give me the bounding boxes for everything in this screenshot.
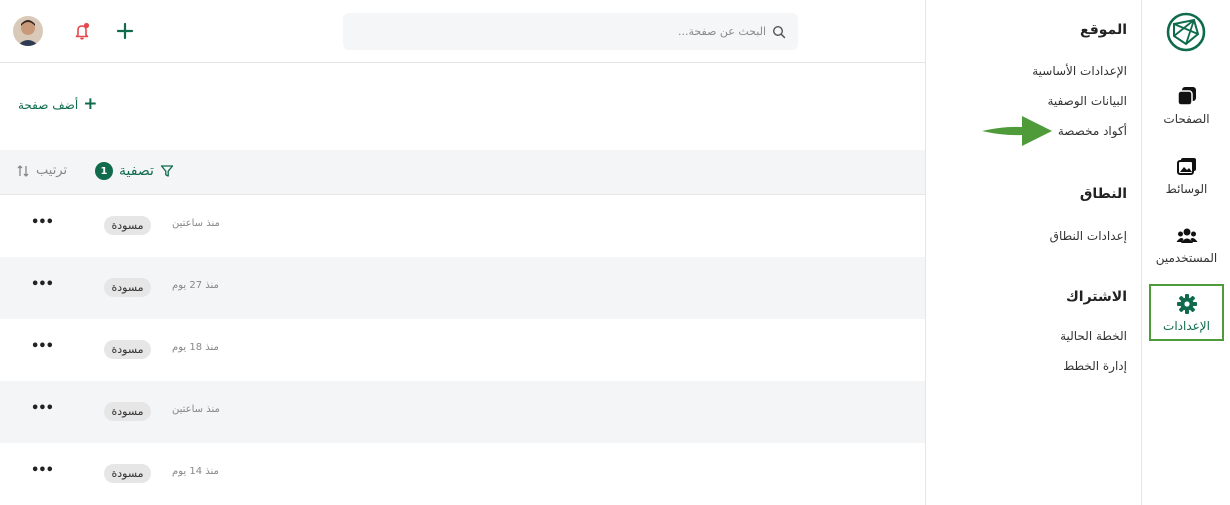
search-input[interactable]: [386, 25, 766, 38]
sidebar-item-label: المستخدمين: [1155, 251, 1218, 265]
sidebar-item-settings[interactable]: الإعدادات: [1149, 284, 1224, 341]
filter-count-badge: 1: [95, 162, 113, 180]
media-icon: [1176, 158, 1196, 175]
updated-time: منذ ساعتين: [172, 218, 220, 229]
pointer-arrow-icon: [982, 116, 1052, 146]
filter-icon: [160, 165, 174, 177]
more-options-button[interactable]: •••: [31, 277, 54, 292]
add-page-button[interactable]: + أضف صفحة: [18, 96, 97, 113]
more-options-button[interactable]: •••: [31, 401, 54, 416]
list-item[interactable]: ••• مسودة منذ 14 يوم: [0, 443, 925, 505]
user-avatar[interactable]: [13, 16, 43, 46]
updated-time: منذ 18 يوم: [172, 342, 219, 353]
list-item[interactable]: ••• مسودة منذ ساعتين: [0, 195, 925, 257]
status-badge: مسودة: [104, 278, 151, 297]
submenu-link-custom-code[interactable]: أكواد مخصصة: [1058, 124, 1127, 138]
filter-label: تصفية: [119, 163, 154, 179]
sort-button[interactable]: ترتيب: [16, 163, 67, 178]
status-badge: مسودة: [104, 402, 151, 421]
brand-logo-icon[interactable]: [1164, 10, 1208, 54]
sidebar-item-pages[interactable]: الصفحات: [1142, 86, 1230, 126]
add-icon[interactable]: [116, 22, 134, 40]
more-options-button[interactable]: •••: [31, 339, 54, 354]
list-item[interactable]: ••• مسودة منذ 27 يوم: [0, 257, 925, 319]
icon-rail: الصفحات الوسائط المستخدمين الإعدادات: [1141, 0, 1230, 505]
list-item[interactable]: ••• مسودة منذ 18 يوم: [0, 319, 925, 381]
sidebar-item-label: الصفحات: [1163, 112, 1210, 126]
status-badge: مسودة: [104, 216, 151, 235]
section-title-subscription: الاشتراك: [1065, 289, 1127, 305]
sort-label: ترتيب: [36, 163, 68, 178]
submenu-link-metadata[interactable]: البيانات الوصفية: [1048, 94, 1128, 108]
updated-time: منذ 27 يوم: [172, 280, 219, 291]
section-title-site: الموقع: [1080, 22, 1127, 38]
list-item[interactable]: ••• مسودة منذ ساعتين: [0, 381, 925, 443]
sidebar-item-users[interactable]: المستخدمين: [1142, 225, 1230, 265]
pages-icon: [1176, 87, 1196, 106]
sidebar-item-label: الإعدادات: [1163, 319, 1210, 333]
status-badge: مسودة: [104, 340, 151, 359]
submenu-link-manage-plans[interactable]: إدارة الخطط: [1063, 359, 1127, 373]
sort-icon: [17, 164, 29, 177]
list-toolbar: ترتيب تصفية 1: [0, 150, 925, 195]
more-options-button[interactable]: •••: [31, 463, 54, 478]
users-icon: [1176, 228, 1197, 243]
more-options-button[interactable]: •••: [31, 215, 54, 230]
filter-button[interactable]: تصفية 1: [95, 162, 174, 180]
notification-bell-icon[interactable]: [72, 21, 92, 41]
submenu-link-basic-settings[interactable]: الإعدادات الأساسية: [1032, 64, 1127, 78]
plus-icon: +: [83, 94, 98, 114]
updated-time: منذ 14 يوم: [172, 466, 219, 477]
sidebar-item-label: الوسائط: [1165, 182, 1208, 196]
gear-icon: [1176, 294, 1197, 314]
status-badge: مسودة: [104, 464, 151, 483]
search-box[interactable]: [343, 13, 798, 50]
section-title-domain: النطاق: [1079, 186, 1127, 202]
pages-list: ••• مسودة منذ ساعتين ••• مسودة منذ 27 يو…: [0, 195, 925, 505]
updated-time: منذ ساعتين: [172, 404, 220, 415]
submenu-link-current-plan[interactable]: الخطة الحالية: [1060, 329, 1127, 343]
add-page-label: أضف صفحة: [18, 97, 79, 112]
settings-submenu: الموقع الإعدادات الأساسية البيانات الوصف…: [925, 0, 1141, 505]
top-bar: [0, 0, 925, 63]
search-icon: [772, 25, 786, 38]
sidebar-item-media[interactable]: الوسائط: [1142, 156, 1230, 196]
submenu-link-domain-settings[interactable]: إعدادات النطاق: [1050, 229, 1127, 243]
